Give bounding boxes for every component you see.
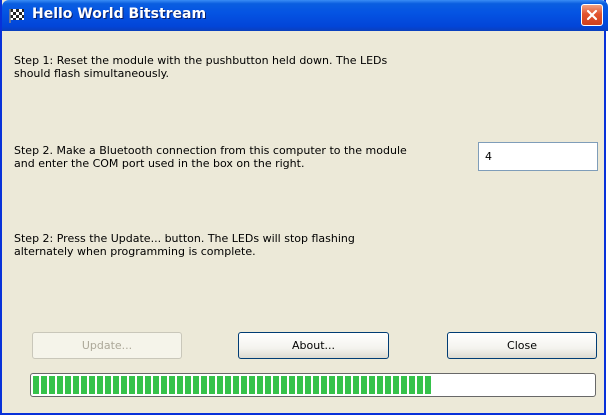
window-close-button[interactable] [581,4,603,26]
title-bar[interactable]: Hello World Bitstream [2,0,608,31]
close-icon [586,9,598,21]
checkered-flag-icon [9,9,24,23]
step3-instruction: Step 2: Press the Update... button. The … [14,232,355,258]
update-button[interactable]: Update... [32,332,182,359]
step1-instruction: Step 1: Reset the module with the pushbu… [14,54,388,80]
programming-progress-bar [30,373,596,397]
close-button[interactable]: Close [447,332,597,359]
step2-instruction: Step 2. Make a Bluetooth connection from… [14,144,407,170]
dialog-window: Hello World Bitstream Step 1: Reset the … [0,0,608,415]
dialog-content: Step 1: Reset the module with the pushbu… [2,31,604,413]
progress-fill [33,376,433,394]
about-button[interactable]: About... [238,332,389,359]
com-port-input[interactable] [478,142,598,171]
window-title: Hello World Bitstream [32,6,207,22]
